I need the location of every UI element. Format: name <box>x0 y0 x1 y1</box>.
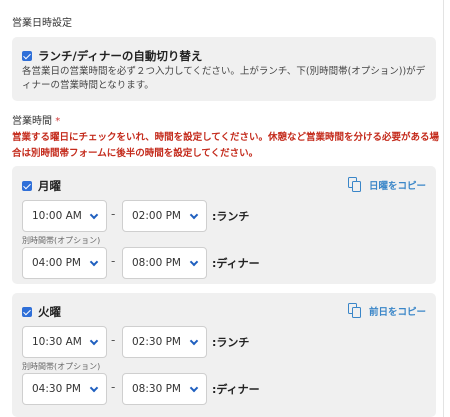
chevron-down-icon <box>189 336 199 346</box>
monday-dinner-start-select[interactable]: 04:00 PM <box>22 247 107 279</box>
section-title: 営業日時設定 <box>12 18 72 29</box>
select-value: 10:00 AM <box>32 210 82 222</box>
tuesday-dinner-start-select[interactable]: 04:30 PM <box>22 373 107 405</box>
alt-time-label: 別時間帯(オプション) <box>22 236 101 245</box>
time-separator: - <box>111 333 116 347</box>
lunch-dinner-description: 各営業日の営業時間を必ず２つ入力してください。上がランチ、下(別時間帯(オプショ… <box>22 66 426 91</box>
select-value: 10:30 AM <box>32 336 82 348</box>
required-mark: * <box>55 116 61 127</box>
copy-button-tuesday[interactable]: 前日をコピー <box>348 303 426 319</box>
monday-lunch-end-select[interactable]: 02:00 PM <box>122 200 207 232</box>
day-name-monday: 月曜 <box>38 179 61 193</box>
time-separator: - <box>111 380 116 394</box>
lunch-dinner-title: ランチ/ディナーの自動切り替え <box>38 49 203 63</box>
select-value: 08:00 PM <box>132 257 181 269</box>
select-value: 04:00 PM <box>32 257 81 269</box>
tuesday-lunch-start-select[interactable]: 10:30 AM <box>22 326 107 358</box>
chevron-down-icon <box>89 336 99 346</box>
dinner-label: :ディナー <box>212 257 260 270</box>
select-value: 04:30 PM <box>32 383 81 395</box>
time-separator: - <box>111 207 116 221</box>
day-checkbox-tuesday[interactable] <box>22 307 32 317</box>
tuesday-lunch-end-select[interactable]: 02:30 PM <box>122 326 207 358</box>
copy-icon <box>348 303 362 319</box>
lunch-label: :ランチ <box>212 210 250 223</box>
tuesday-dinner-end-select[interactable]: 08:30 PM <box>122 373 207 405</box>
copy-button-label: 日曜をコピー <box>369 181 427 192</box>
chevron-down-icon <box>189 383 199 393</box>
copy-button-label: 前日をコピー <box>369 307 427 318</box>
time-separator: - <box>111 254 116 268</box>
lunch-dinner-checkbox[interactable] <box>22 51 32 61</box>
alt-time-label: 別時間帯(オプション) <box>22 362 101 371</box>
copy-button-monday[interactable]: 日曜をコピー <box>348 177 426 193</box>
select-value: 02:00 PM <box>132 210 181 222</box>
select-value: 02:30 PM <box>132 336 181 348</box>
day-name-tuesday: 火曜 <box>38 305 61 319</box>
hours-label-text: 営業時間 <box>12 116 52 127</box>
day-checkbox-monday[interactable] <box>22 181 32 191</box>
hours-warning: 営業する曜日にチェックをいれ、時間を設定してください。休憩など営業時間を分ける必… <box>12 132 440 159</box>
hours-label: 営業時間 * <box>12 112 60 127</box>
chevron-down-icon <box>89 257 99 267</box>
settings-panel: 営業日時設定 ランチ/ディナーの自動切り替え 各営業日の営業時間を必ず２つ入力し… <box>0 0 444 417</box>
chevron-down-icon <box>89 210 99 220</box>
select-value: 08:30 PM <box>132 383 181 395</box>
monday-lunch-start-select[interactable]: 10:00 AM <box>22 200 107 232</box>
copy-icon <box>348 177 362 193</box>
monday-dinner-end-select[interactable]: 08:00 PM <box>122 247 207 279</box>
lunch-label: :ランチ <box>212 336 250 349</box>
chevron-down-icon <box>189 257 199 267</box>
chevron-down-icon <box>89 383 99 393</box>
chevron-down-icon <box>189 210 199 220</box>
dinner-label: :ディナー <box>212 383 260 396</box>
